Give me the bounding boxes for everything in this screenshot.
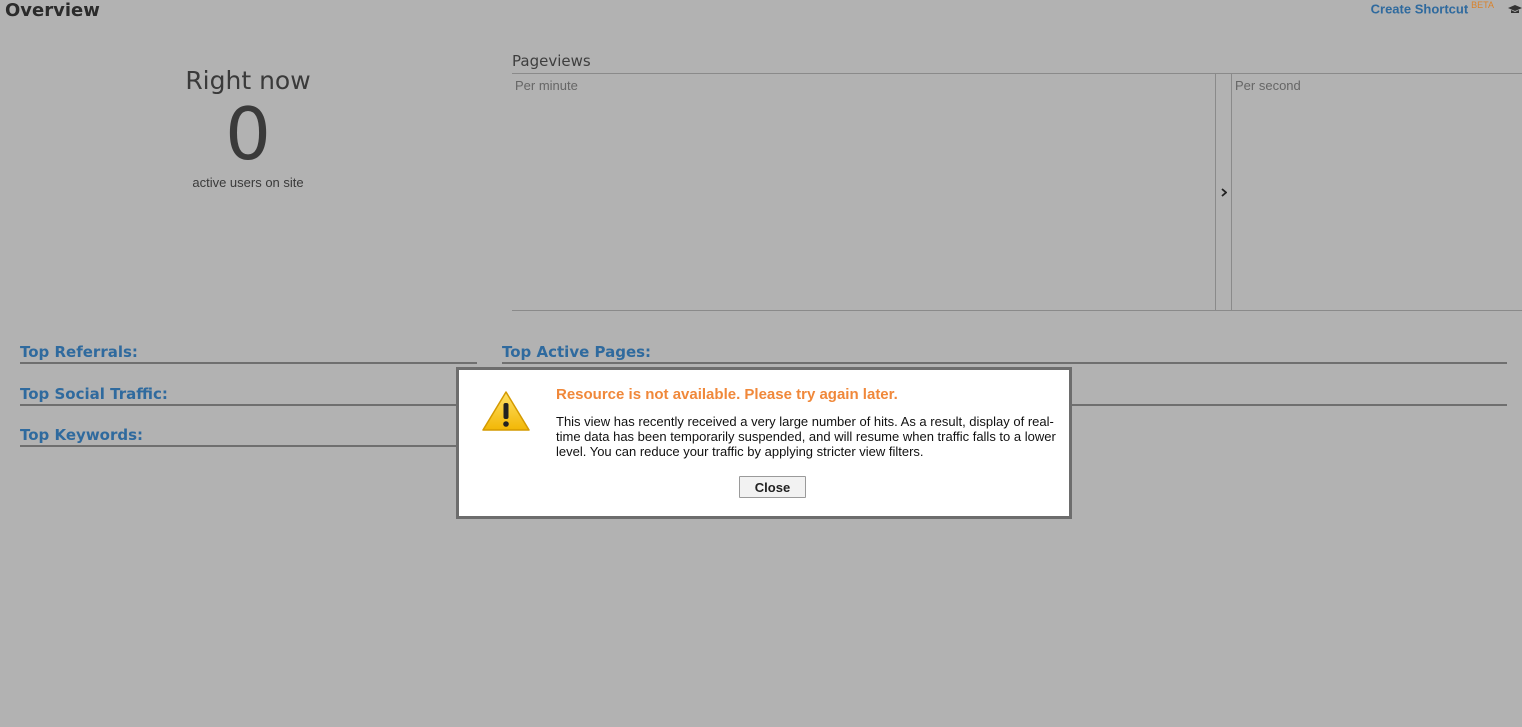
right-now-panel: Right now 0 active users on site — [148, 66, 348, 190]
beta-badge: BETA — [1471, 0, 1494, 10]
top-referrals-label: Top Referrals: — [20, 343, 138, 361]
pageviews-chart-area: Per minute Per second — [512, 74, 1522, 311]
dialog-message: This view has recently received a very l… — [556, 414, 1056, 459]
close-button[interactable]: Close — [739, 476, 806, 498]
active-users-label: active users on site — [192, 175, 304, 190]
graduation-cap-icon[interactable] — [1508, 0, 1522, 13]
pageviews-panel: Pageviews Per minute Per second — [512, 52, 1522, 311]
warning-icon — [481, 390, 531, 432]
active-users-count: 0 — [225, 92, 271, 176]
pageviews-title: Pageviews — [512, 52, 1522, 74]
resource-unavailable-dialog: Resource is not available. Please try ag… — [456, 367, 1072, 519]
per-second-label: Per second — [1235, 78, 1301, 93]
page-title: Overview — [5, 0, 100, 21]
create-shortcut-label: Create Shortcut — [1370, 1, 1469, 17]
pageviews-toggle-button[interactable] — [1215, 74, 1232, 310]
top-active-pages-header[interactable]: Top Active Pages: — [502, 342, 1507, 364]
per-minute-label: Per minute — [515, 78, 578, 93]
chevron-right-icon — [1220, 185, 1227, 200]
right-now-title: Right now — [185, 66, 311, 95]
top-referrals-header[interactable]: Top Referrals: — [20, 342, 477, 364]
create-shortcut-link[interactable]: Create Shortcut BETA — [1371, 0, 1494, 16]
top-active-pages-label: Top Active Pages: — [502, 343, 652, 361]
top-keywords-header[interactable]: Top Keywords: — [20, 425, 477, 447]
top-keywords-label: Top Keywords: — [20, 426, 144, 444]
dialog-title: Resource is not available. Please try ag… — [556, 386, 898, 403]
